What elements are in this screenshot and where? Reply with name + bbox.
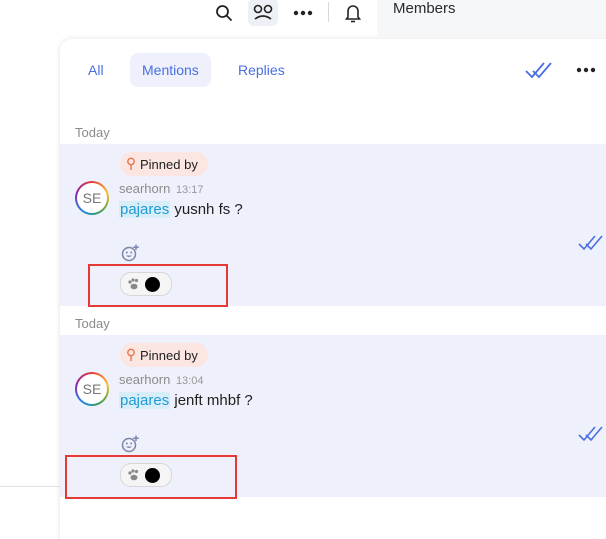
- more-icon[interactable]: [290, 0, 316, 26]
- pinned-label: Pinned by: [140, 347, 198, 363]
- day-separator: Today: [75, 316, 110, 331]
- message-author[interactable]: searhorn 13:17: [119, 181, 203, 196]
- mention[interactable]: pajares: [119, 201, 171, 218]
- pin-icon: [127, 157, 135, 170]
- avatar[interactable]: SE: [75, 372, 109, 406]
- message-time: 13:04: [175, 375, 204, 387]
- tab-replies[interactable]: Replies: [226, 53, 297, 87]
- read-check-icon: [578, 425, 604, 443]
- message-time: 13:17: [175, 184, 204, 196]
- tab-all[interactable]: All: [76, 53, 116, 87]
- toolbar-divider: [328, 2, 329, 22]
- avatar-initials: SE: [77, 374, 107, 404]
- tab-mentions[interactable]: Mentions: [130, 53, 211, 87]
- author-name[interactable]: searhorn: [119, 372, 170, 387]
- panel-more-icon[interactable]: [574, 59, 598, 81]
- search-icon[interactable]: [211, 0, 237, 26]
- pinned-badge: Pinned by: [120, 343, 208, 367]
- message-text: pajares yusnh fs ?: [119, 201, 243, 218]
- tab-bar: All Mentions Replies: [60, 39, 606, 103]
- author-name[interactable]: searhorn: [119, 181, 170, 196]
- mark-all-read-icon[interactable]: [524, 59, 552, 81]
- message-body: jenft mhbf ?: [170, 392, 253, 409]
- highlight-box: [88, 264, 228, 307]
- message-body: yusnh fs ?: [170, 201, 243, 218]
- members-title: Members: [393, 0, 456, 17]
- thread-icon[interactable]: [248, 0, 278, 26]
- bell-icon[interactable]: [340, 0, 366, 26]
- highlight-box: [65, 455, 237, 499]
- message-author[interactable]: searhorn 13:04: [119, 372, 203, 387]
- pin-icon: [127, 348, 135, 361]
- add-reaction-icon[interactable]: [121, 435, 139, 453]
- read-check-icon: [578, 234, 604, 252]
- avatar-initials: SE: [77, 183, 107, 213]
- members-panel: Members: [377, 0, 606, 36]
- add-reaction-icon[interactable]: [121, 244, 139, 262]
- day-separator: Today: [75, 125, 110, 140]
- pinned-badge: Pinned by: [120, 152, 208, 176]
- pinned-label: Pinned by: [140, 156, 198, 172]
- message-text: pajares jenft mhbf ?: [119, 392, 253, 409]
- avatar[interactable]: SE: [75, 181, 109, 215]
- mention[interactable]: pajares: [119, 392, 171, 409]
- divider: [0, 486, 60, 487]
